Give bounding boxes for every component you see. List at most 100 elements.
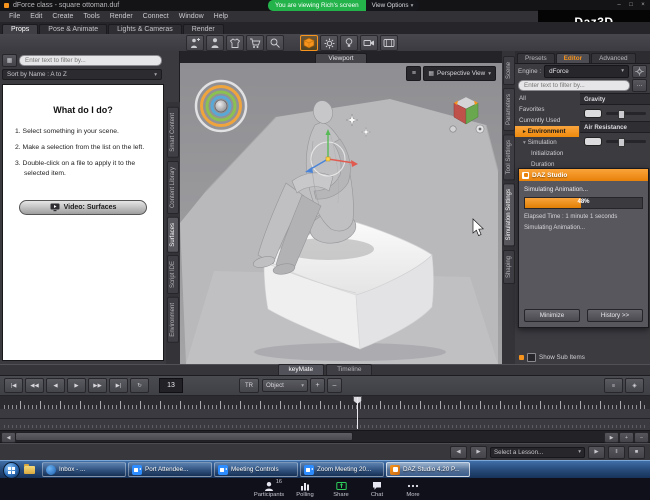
taskbar-app-inbox[interactable]: Inbox - ... xyxy=(42,462,126,477)
gear-icon[interactable] xyxy=(320,35,338,51)
pane-options-gear-icon[interactable] xyxy=(632,65,647,78)
stop-lesson-button[interactable]: ■ xyxy=(628,446,645,459)
show-sub-items-checkbox[interactable] xyxy=(527,353,536,362)
group-simulation[interactable]: ▾ Simulation xyxy=(515,137,579,148)
go-to-start-button[interactable]: |◀ xyxy=(4,378,23,393)
history-button[interactable]: History >> xyxy=(587,309,643,322)
previous-lesson-button[interactable]: ◀ xyxy=(450,446,467,459)
figure-icon[interactable] xyxy=(206,35,224,51)
menu-edit[interactable]: Edit xyxy=(25,13,47,20)
viewport-tab[interactable]: Viewport xyxy=(315,53,366,63)
pane-menu-icon[interactable]: ≡ xyxy=(406,66,421,81)
search-tool-icon[interactable] xyxy=(266,35,284,51)
keyframe-mode-button[interactable]: TR xyxy=(239,378,259,393)
gravity-value-field[interactable] xyxy=(584,109,602,118)
scrollbar-thumb[interactable] xyxy=(15,432,353,441)
tab-lights-cameras[interactable]: Lights & Cameras xyxy=(108,24,182,34)
tab-parameters[interactable]: Parameters xyxy=(503,88,515,131)
timeline-track[interactable] xyxy=(0,409,650,430)
video-surfaces-button[interactable]: Video: Surfaces xyxy=(19,200,147,215)
dialog-titlebar[interactable]: DAZ Studio xyxy=(519,169,648,181)
viewport-canvas[interactable] xyxy=(180,63,502,364)
play-button[interactable]: ▶ xyxy=(67,378,86,393)
remove-keyframe-button[interactable]: – xyxy=(327,378,342,393)
tab-keymate[interactable]: keyMate xyxy=(278,364,325,375)
loop-button[interactable]: ↻ xyxy=(130,378,149,393)
tab-scene[interactable]: Scene xyxy=(503,56,515,85)
grid-view-icon[interactable]: ▦ xyxy=(2,54,17,67)
menu-file[interactable]: File xyxy=(4,13,25,20)
timeline-zoom-out-button[interactable]: – xyxy=(634,432,649,443)
tab-editor[interactable]: Editor xyxy=(556,53,590,63)
tab-environment[interactable]: Environment xyxy=(167,297,179,343)
filter-options-icon[interactable]: … xyxy=(632,79,647,92)
tab-props[interactable]: Props xyxy=(2,24,38,34)
menu-window[interactable]: Window xyxy=(174,13,209,20)
minimize-dialog-button[interactable]: Minimize xyxy=(524,309,580,322)
tab-presets[interactable]: Presets xyxy=(517,53,555,63)
tab-shaping[interactable]: Shaping xyxy=(503,250,515,284)
timeline-options-icon[interactable]: ◈ xyxy=(625,378,644,393)
wardrobe-icon[interactable] xyxy=(226,35,244,51)
camera-icon[interactable] xyxy=(360,35,378,51)
maximize-window-button[interactable]: □ xyxy=(626,0,636,9)
group-environment[interactable]: ▸ Environment xyxy=(515,126,579,137)
more-button[interactable]: More xyxy=(396,478,430,500)
tab-surfaces[interactable]: Surfaces xyxy=(167,217,179,253)
zoom-view-options-button[interactable]: View Options ▾ xyxy=(366,0,420,11)
polling-button[interactable]: Polling xyxy=(288,478,322,500)
prop-cube-icon[interactable] xyxy=(300,35,318,51)
view-selector-dropdown[interactable]: ▦ Perspective View ▾ xyxy=(423,66,496,81)
next-keyframe-button[interactable]: ▶▶ xyxy=(88,378,107,393)
group-initialization[interactable]: Initialization xyxy=(515,148,579,159)
scroll-right-button[interactable]: ▶ xyxy=(604,432,619,443)
previous-keyframe-button[interactable]: ◀◀ xyxy=(25,378,44,393)
tab-advanced[interactable]: Advanced xyxy=(591,53,635,63)
tab-smart-content[interactable]: Smart Content xyxy=(167,107,179,158)
group-all[interactable]: All xyxy=(515,93,579,104)
add-figure-icon[interactable] xyxy=(186,35,204,51)
tab-timeline[interactable]: Timeline xyxy=(326,364,372,375)
scroll-left-button[interactable]: ◀ xyxy=(1,432,16,443)
start-button[interactable] xyxy=(3,462,20,479)
menu-tools[interactable]: Tools xyxy=(78,13,104,20)
gravity-slider[interactable] xyxy=(580,105,650,121)
air-resistance-slider-thumb[interactable] xyxy=(618,138,625,147)
tab-simulation-settings[interactable]: Simulation Settings xyxy=(503,183,515,246)
group-currently-used[interactable]: Currently Used xyxy=(515,115,579,126)
step-back-button[interactable]: ◀ xyxy=(46,378,65,393)
go-to-end-button[interactable]: ▶| xyxy=(109,378,128,393)
menu-render[interactable]: Render xyxy=(105,13,138,20)
taskbar-app-daz-studio[interactable]: DAZ Studio 4.20 P... xyxy=(386,462,470,477)
timeline-scrollbar[interactable]: ◀ ▶ + – xyxy=(0,430,650,443)
air-resistance-slider-track[interactable] xyxy=(606,140,646,143)
taskbar-app-zoom-meeting[interactable]: Zoom Meeting 20... xyxy=(300,462,384,477)
gravity-slider-track[interactable] xyxy=(606,112,646,115)
air-resistance-slider[interactable] xyxy=(580,133,650,149)
tab-pose-animate[interactable]: Pose & Animate xyxy=(39,24,107,34)
group-favorites[interactable]: Favorites xyxy=(515,104,579,115)
taskbar-app-meeting-controls[interactable]: Meeting Controls xyxy=(214,462,298,477)
shopping-cart-icon[interactable] xyxy=(246,35,264,51)
lesson-dropdown[interactable]: Select a Lesson... ▾ xyxy=(490,447,585,458)
current-frame-field[interactable]: 13 xyxy=(159,378,183,393)
next-lesson-button[interactable]: ▶ xyxy=(470,446,487,459)
sort-dropdown[interactable]: Sort by Name : A to Z ▾ xyxy=(2,69,162,80)
chat-button[interactable]: Chat xyxy=(360,478,394,500)
participants-button[interactable]: 16 Participants xyxy=(252,478,286,500)
tab-content-library[interactable]: Content Library xyxy=(167,161,179,214)
explorer-folder-icon[interactable] xyxy=(24,466,35,474)
timeline-zoom-in-button[interactable]: + xyxy=(619,432,634,443)
menu-help[interactable]: Help xyxy=(209,13,233,20)
tab-tool-settings[interactable]: Tool Settings xyxy=(503,134,515,180)
left-filter-input[interactable] xyxy=(19,55,162,66)
engine-dropdown[interactable]: dForce ▾ xyxy=(544,65,629,78)
object-filter-dropdown[interactable]: Object ▾ xyxy=(262,379,308,392)
taskbar-app-port-attendee[interactable]: Port Attendee... xyxy=(128,462,212,477)
param-filter-input[interactable] xyxy=(518,80,630,91)
gravity-slider-thumb[interactable] xyxy=(618,110,625,119)
render-film-icon[interactable] xyxy=(380,35,398,51)
close-window-button[interactable]: × xyxy=(638,0,648,9)
light-icon[interactable] xyxy=(340,35,358,51)
minimize-window-button[interactable]: – xyxy=(614,0,624,9)
